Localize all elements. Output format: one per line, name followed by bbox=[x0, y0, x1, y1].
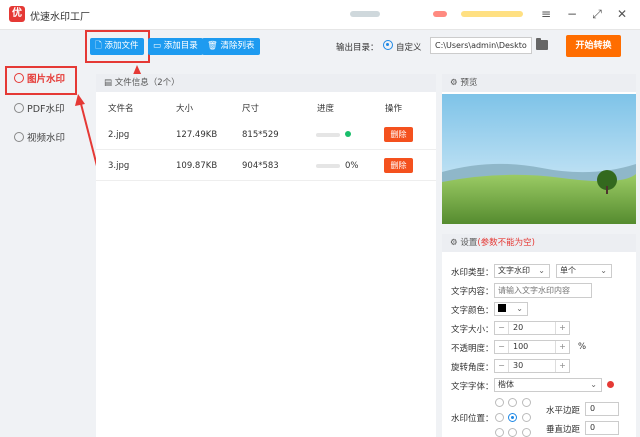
position-radio-selected[interactable] bbox=[508, 413, 517, 422]
file-size: 127.49KB bbox=[176, 130, 218, 140]
file-dims: 815*529 bbox=[242, 130, 279, 140]
folder-icon[interactable] bbox=[536, 38, 548, 50]
position-radio[interactable] bbox=[522, 428, 531, 437]
table-row: 2.jpg 127.49KB 815*529 删除 bbox=[96, 120, 436, 150]
rotation-stepper[interactable]: −30 + bbox=[494, 359, 570, 373]
minus-icon[interactable]: − bbox=[495, 322, 509, 334]
v-margin-input[interactable]: 0 bbox=[585, 421, 619, 435]
warning-icon bbox=[607, 381, 614, 388]
position-label: 水印位置： bbox=[451, 414, 494, 424]
preview-image bbox=[442, 94, 636, 224]
progress-bar bbox=[316, 133, 340, 137]
clear-list-button[interactable]: 🗑 清除列表 bbox=[202, 38, 260, 55]
position-radio[interactable] bbox=[495, 398, 504, 407]
add-directory-button[interactable]: ▭ 添加目录 bbox=[148, 38, 203, 55]
file-list-panel: ▤ 文件信息（2个） 文件名 大小 尺寸 进度 操作 2.jpg 127.49K… bbox=[96, 74, 436, 437]
v-margin-label: 垂直边距 bbox=[546, 425, 581, 435]
preview-panel: ⚙ 预览 bbox=[442, 74, 636, 224]
output-dir-label: 输出目录： bbox=[336, 43, 379, 53]
position-radio[interactable] bbox=[508, 428, 517, 437]
minus-icon[interactable]: − bbox=[495, 341, 509, 353]
delete-button[interactable]: 删除 bbox=[384, 127, 413, 142]
delete-button[interactable]: 删除 bbox=[384, 158, 413, 173]
output-path-field[interactable]: C:\Users\admin\Deskto bbox=[430, 37, 532, 54]
settings-required-note: (参数不能为空) bbox=[477, 238, 535, 248]
column-header-name: 文件名 bbox=[108, 104, 134, 114]
watermark-type-select[interactable]: 文字水印 ⌄ bbox=[494, 264, 550, 278]
status-done-icon bbox=[345, 131, 351, 137]
progress-text: 0% bbox=[345, 161, 359, 171]
file-name: 3.jpg bbox=[108, 161, 130, 171]
plus-icon[interactable]: + bbox=[555, 322, 569, 334]
custom-dir-radio[interactable] bbox=[383, 40, 393, 50]
font-family-select[interactable]: 楷体 ⌄ bbox=[494, 378, 602, 392]
settings-header: ⚙ 设置(参数不能为空) bbox=[442, 234, 636, 252]
settings-panel: ⚙ 设置(参数不能为空) 水印类型： 文字水印⌄ 单个⌄ 文字内容： 文字颜色：… bbox=[442, 234, 636, 437]
watermark-mode-select[interactable]: 单个 ⌄ bbox=[556, 264, 612, 278]
color-swatch bbox=[498, 304, 506, 312]
font-label: 文字字体： bbox=[451, 382, 494, 392]
position-radio[interactable] bbox=[508, 398, 517, 407]
type-label: 水印类型： bbox=[451, 268, 494, 278]
custom-dir-label: 自定义 bbox=[396, 43, 422, 53]
column-header-size: 大小 bbox=[176, 104, 194, 114]
minus-icon[interactable]: − bbox=[495, 360, 509, 372]
text-color-picker[interactable]: ⌄ bbox=[494, 302, 528, 316]
file-name: 2.jpg bbox=[108, 130, 130, 140]
file-size: 109.87KB bbox=[176, 161, 218, 171]
table-row: 3.jpg 109.87KB 904*583 0% 删除 bbox=[96, 151, 436, 181]
file-icon: 🗋 bbox=[95, 41, 102, 51]
file-info-header: ▤ 文件信息（2个） bbox=[96, 74, 436, 92]
opacity-unit: % bbox=[578, 342, 587, 352]
column-header-dims: 尺寸 bbox=[242, 104, 260, 114]
add-file-button[interactable]: 🗋 添加文件 bbox=[90, 38, 144, 55]
chevron-down-icon: ⌄ bbox=[538, 266, 545, 275]
trash-icon: 🗑 bbox=[207, 41, 218, 51]
chevron-down-icon: ⌄ bbox=[590, 380, 597, 389]
position-radio[interactable] bbox=[495, 428, 504, 437]
gear-icon: ⚙ bbox=[450, 238, 458, 248]
column-header-action: 操作 bbox=[385, 104, 403, 114]
start-convert-button[interactable]: 开始转换 bbox=[566, 35, 621, 57]
opacity-label: 不透明度： bbox=[451, 344, 494, 354]
content-label: 文字内容： bbox=[451, 287, 494, 297]
chevron-down-icon: ⌄ bbox=[600, 266, 607, 275]
position-radio[interactable] bbox=[522, 398, 531, 407]
file-dims: 904*583 bbox=[242, 161, 279, 171]
progress-bar bbox=[316, 164, 340, 168]
opacity-stepper[interactable]: −100 + bbox=[494, 340, 570, 354]
text-content-input[interactable] bbox=[494, 283, 592, 298]
document-icon: ▤ bbox=[104, 78, 113, 88]
preview-header: ⚙ 预览 bbox=[442, 74, 636, 92]
h-margin-label: 水平边距 bbox=[546, 406, 581, 416]
size-label: 文字大小： bbox=[451, 325, 494, 335]
plus-icon[interactable]: + bbox=[555, 341, 569, 353]
position-radio[interactable] bbox=[522, 413, 531, 422]
folder-outline-icon: ▭ bbox=[153, 41, 162, 51]
color-label: 文字颜色： bbox=[451, 306, 494, 316]
h-margin-input[interactable]: 0 bbox=[585, 402, 619, 416]
column-header-progress: 进度 bbox=[317, 104, 335, 114]
gear-icon: ⚙ bbox=[450, 78, 458, 88]
rotate-label: 旋转角度： bbox=[451, 363, 494, 373]
position-radio[interactable] bbox=[495, 413, 504, 422]
chevron-down-icon: ⌄ bbox=[516, 304, 523, 313]
font-size-stepper[interactable]: −20 + bbox=[494, 321, 570, 335]
plus-icon[interactable]: + bbox=[555, 360, 569, 372]
